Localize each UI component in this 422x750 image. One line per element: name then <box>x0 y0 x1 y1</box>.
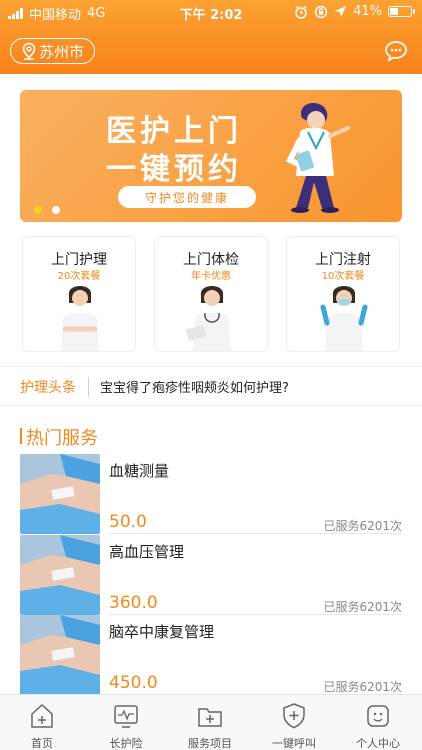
location-pin-icon <box>22 42 36 60</box>
service-card-subtitle: 年卡优惠 <box>191 271 231 282</box>
top-header: 中国移动 4G 下午 2:02 41% 苏州市 <box>0 0 422 74</box>
battery-percent: 41% <box>353 4 382 19</box>
tab-profile[interactable]: 个人中心 <box>336 695 420 750</box>
service-count: 已服务6201次 <box>323 519 402 533</box>
service-price: 50.0 <box>109 512 147 532</box>
tab-long-term-care[interactable]: 长护险 <box>84 695 168 750</box>
profile-icon <box>367 705 389 727</box>
tab-label: 个人中心 <box>356 737 400 750</box>
service-card-home-checkup[interactable]: 上门体检 年卡优惠 <box>154 236 268 352</box>
service-list-item[interactable]: 脑卒中康复管理 450.0 已服务6201次 <box>20 615 402 695</box>
alarm-icon <box>295 5 307 19</box>
headline-text[interactable]: 宝宝得了疱疹性咽颊炎如何护理? <box>100 377 289 396</box>
banner-title-line2: 一键预约 <box>106 152 242 187</box>
tab-label: 服务项目 <box>188 737 232 750</box>
service-list-item[interactable]: 高血压管理 360.0 已服务6201次 <box>20 535 402 615</box>
slide-indicator-dot[interactable] <box>52 206 60 214</box>
slide-indicator-dot[interactable] <box>34 206 42 214</box>
status-bar: 中国移动 4G 下午 2:02 41% <box>0 0 422 24</box>
tab-label: 首页 <box>31 737 53 750</box>
service-card-title: 上门体检 <box>183 252 239 268</box>
tab-one-key-call[interactable]: 一键呼叫 <box>252 695 336 750</box>
city-label: 苏州市 <box>38 42 84 61</box>
service-card-home-nursing[interactable]: 上门护理 20次套餐 <box>22 236 136 352</box>
service-price: 450.0 <box>109 673 158 693</box>
tab-home[interactable]: 首页 <box>0 695 84 750</box>
divider <box>109 533 402 534</box>
message-icon[interactable] <box>384 40 408 62</box>
nursing-headlines-bar[interactable]: 护理头条 宝宝得了疱疹性咽颊炎如何护理? <box>0 366 422 406</box>
promo-banner[interactable]: 医护上门 一键预约 守护您的健康 <box>20 90 402 222</box>
service-card-title: 上门注射 <box>315 252 371 268</box>
folder-icon <box>198 708 222 727</box>
tab-label: 长护险 <box>109 737 143 750</box>
service-thumbnail <box>20 535 100 615</box>
divider <box>88 377 89 397</box>
tab-label: 一键呼叫 <box>272 737 316 750</box>
location-arrow-icon <box>335 6 347 17</box>
nurse-photo <box>61 286 99 351</box>
bottom-tab-bar: 首页 长护险 服务项目 一键呼叫 个人中心 <box>0 694 422 750</box>
service-count: 已服务6201次 <box>323 600 402 614</box>
service-card-title: 上门护理 <box>51 252 107 268</box>
app-screen: 中国移动 4G 下午 2:02 41% 苏州市 医护上门 一键预约 守护您的健康… <box>0 0 422 750</box>
doctor-photo <box>185 286 231 351</box>
banner-slogan: 守护您的健康 <box>118 186 256 208</box>
rotation-lock-icon <box>314 5 328 18</box>
service-list-item[interactable]: 血糖测量 50.0 已服务6201次 <box>20 454 402 534</box>
service-price: 360.0 <box>109 593 158 613</box>
service-thumbnail <box>20 454 100 534</box>
shield-icon <box>283 703 305 729</box>
section-title-text: 热门服务 <box>26 428 98 449</box>
service-count: 已服务6201次 <box>323 680 402 694</box>
service-name: 高血压管理 <box>109 543 185 561</box>
section-accent-bar <box>20 428 22 444</box>
service-thumbnail <box>20 615 100 695</box>
service-card-subtitle: 20次套餐 <box>57 271 101 282</box>
city-selector-button[interactable]: 苏州市 <box>10 38 95 64</box>
tab-service-items[interactable]: 服务项目 <box>168 695 252 750</box>
masked-nurse-photo <box>320 286 368 351</box>
monitor-icon <box>114 705 138 728</box>
service-card-subtitle: 10次套餐 <box>321 271 365 282</box>
doctor-illustration <box>285 103 350 213</box>
service-name: 血糖测量 <box>109 462 170 480</box>
battery-icon <box>388 6 415 17</box>
home-icon <box>31 703 53 728</box>
service-card-home-injection[interactable]: 上门注射 10次套餐 <box>286 236 400 352</box>
headlines-tag: 护理头条 <box>20 380 76 396</box>
hot-services-title: 热门服务 <box>20 424 98 450</box>
service-name: 脑卒中康复管理 <box>109 623 215 641</box>
